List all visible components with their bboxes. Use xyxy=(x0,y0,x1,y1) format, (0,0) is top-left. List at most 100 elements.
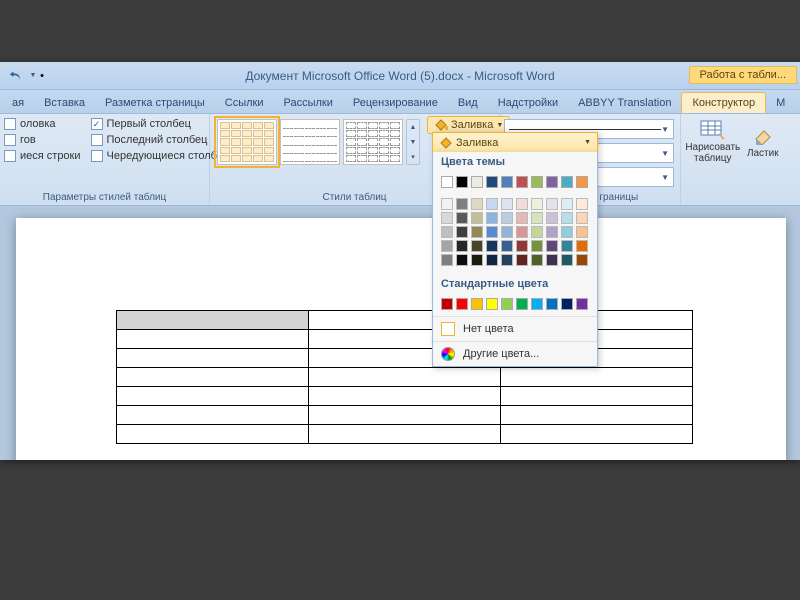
color-swatch[interactable] xyxy=(441,198,453,210)
color-swatch[interactable] xyxy=(576,298,588,310)
tab-view[interactable]: Вид xyxy=(448,93,488,113)
color-swatch[interactable] xyxy=(471,298,483,310)
color-swatch[interactable] xyxy=(471,226,483,238)
color-swatch[interactable] xyxy=(501,240,513,252)
table-cell[interactable] xyxy=(117,330,309,349)
table-cell[interactable] xyxy=(117,311,309,330)
color-swatch[interactable] xyxy=(501,226,513,238)
document-viewport[interactable] xyxy=(0,206,800,460)
color-swatch[interactable] xyxy=(561,198,573,210)
table-cell[interactable] xyxy=(501,406,693,425)
table-cell[interactable] xyxy=(117,425,309,444)
color-swatch[interactable] xyxy=(531,226,543,238)
tab-abbyy[interactable]: ABBYY Translation xyxy=(568,93,681,113)
table-cell[interactable] xyxy=(117,387,309,406)
gallery-more-button[interactable]: ▲▼▾ xyxy=(406,119,420,165)
color-swatch[interactable] xyxy=(546,298,558,310)
color-swatch[interactable] xyxy=(486,176,498,188)
color-swatch[interactable] xyxy=(546,254,558,266)
table-cell[interactable] xyxy=(309,368,501,387)
table-cell[interactable] xyxy=(117,406,309,425)
color-swatch[interactable] xyxy=(576,212,588,224)
color-swatch[interactable] xyxy=(546,240,558,252)
color-swatch[interactable] xyxy=(546,212,558,224)
color-swatch[interactable] xyxy=(576,254,588,266)
tab-insert[interactable]: Вставка xyxy=(34,93,95,113)
color-swatch[interactable] xyxy=(546,176,558,188)
color-swatch[interactable] xyxy=(441,212,453,224)
color-swatch[interactable] xyxy=(486,298,498,310)
table-cell[interactable] xyxy=(501,425,693,444)
color-swatch[interactable] xyxy=(456,240,468,252)
color-swatch[interactable] xyxy=(471,176,483,188)
draw-table-button[interactable]: Нарисовать таблицу xyxy=(685,118,741,166)
table-styles-gallery[interactable]: ▲▼▾ xyxy=(214,116,423,168)
color-swatch[interactable] xyxy=(576,176,588,188)
opt-banded-rows[interactable]: иеся строки xyxy=(4,148,81,164)
color-swatch[interactable] xyxy=(486,254,498,266)
no-color-item[interactable]: Нет цвета xyxy=(433,316,597,341)
color-swatch[interactable] xyxy=(501,198,513,210)
color-swatch[interactable] xyxy=(561,212,573,224)
color-swatch[interactable] xyxy=(501,176,513,188)
color-swatch[interactable] xyxy=(531,240,543,252)
color-swatch[interactable] xyxy=(516,212,528,224)
table-cell[interactable] xyxy=(117,349,309,368)
color-swatch[interactable] xyxy=(471,212,483,224)
tab-mailings[interactable]: Рассылки xyxy=(274,93,343,113)
table-tools-context-tab[interactable]: Работа с табли... xyxy=(689,66,797,84)
tab-home-partial[interactable]: ая xyxy=(2,93,34,113)
color-swatch[interactable] xyxy=(456,176,468,188)
table-cell[interactable] xyxy=(117,368,309,387)
color-swatch[interactable] xyxy=(516,298,528,310)
color-swatch[interactable] xyxy=(516,240,528,252)
color-swatch[interactable] xyxy=(561,240,573,252)
color-swatch[interactable] xyxy=(516,176,528,188)
qat-dropdown-icon[interactable]: ▼ xyxy=(28,66,38,86)
table-cell[interactable] xyxy=(501,368,693,387)
tab-addins[interactable]: Надстройки xyxy=(488,93,568,113)
color-swatch[interactable] xyxy=(501,212,513,224)
color-swatch[interactable] xyxy=(516,198,528,210)
color-swatch[interactable] xyxy=(576,226,588,238)
color-swatch[interactable] xyxy=(531,176,543,188)
color-swatch[interactable] xyxy=(486,226,498,238)
color-swatch[interactable] xyxy=(546,198,558,210)
color-swatch[interactable] xyxy=(516,226,528,238)
tab-review[interactable]: Рецензирование xyxy=(343,93,448,113)
opt-total-row[interactable]: гов xyxy=(4,132,81,148)
color-swatch[interactable] xyxy=(441,254,453,266)
opt-header-row[interactable]: оловка xyxy=(4,116,81,132)
color-swatch[interactable] xyxy=(531,254,543,266)
color-swatch[interactable] xyxy=(456,226,468,238)
color-swatch[interactable] xyxy=(471,254,483,266)
color-swatch[interactable] xyxy=(456,212,468,224)
color-swatch[interactable] xyxy=(516,254,528,266)
table-cell[interactable] xyxy=(501,387,693,406)
color-swatch[interactable] xyxy=(576,198,588,210)
color-swatch[interactable] xyxy=(441,176,453,188)
color-swatch[interactable] xyxy=(456,198,468,210)
color-swatch[interactable] xyxy=(531,212,543,224)
color-swatch[interactable] xyxy=(501,254,513,266)
style-thumb-1[interactable] xyxy=(217,119,277,165)
color-swatch[interactable] xyxy=(561,254,573,266)
color-swatch[interactable] xyxy=(561,176,573,188)
color-swatch[interactable] xyxy=(531,198,543,210)
style-thumb-3[interactable] xyxy=(343,119,403,165)
tab-references[interactable]: Ссылки xyxy=(215,93,274,113)
color-swatch[interactable] xyxy=(531,298,543,310)
color-swatch[interactable] xyxy=(471,240,483,252)
color-swatch[interactable] xyxy=(501,298,513,310)
style-thumb-2[interactable] xyxy=(280,119,340,165)
tab-page-layout[interactable]: Разметка страницы xyxy=(95,93,215,113)
color-swatch[interactable] xyxy=(441,298,453,310)
tab-design-active[interactable]: Конструктор xyxy=(681,92,766,113)
color-swatch[interactable] xyxy=(561,298,573,310)
color-swatch[interactable] xyxy=(486,240,498,252)
document-table[interactable] xyxy=(116,310,693,444)
color-swatch[interactable] xyxy=(486,212,498,224)
color-swatch[interactable] xyxy=(456,254,468,266)
color-swatch[interactable] xyxy=(576,240,588,252)
eraser-button[interactable]: Ластик xyxy=(743,118,783,166)
